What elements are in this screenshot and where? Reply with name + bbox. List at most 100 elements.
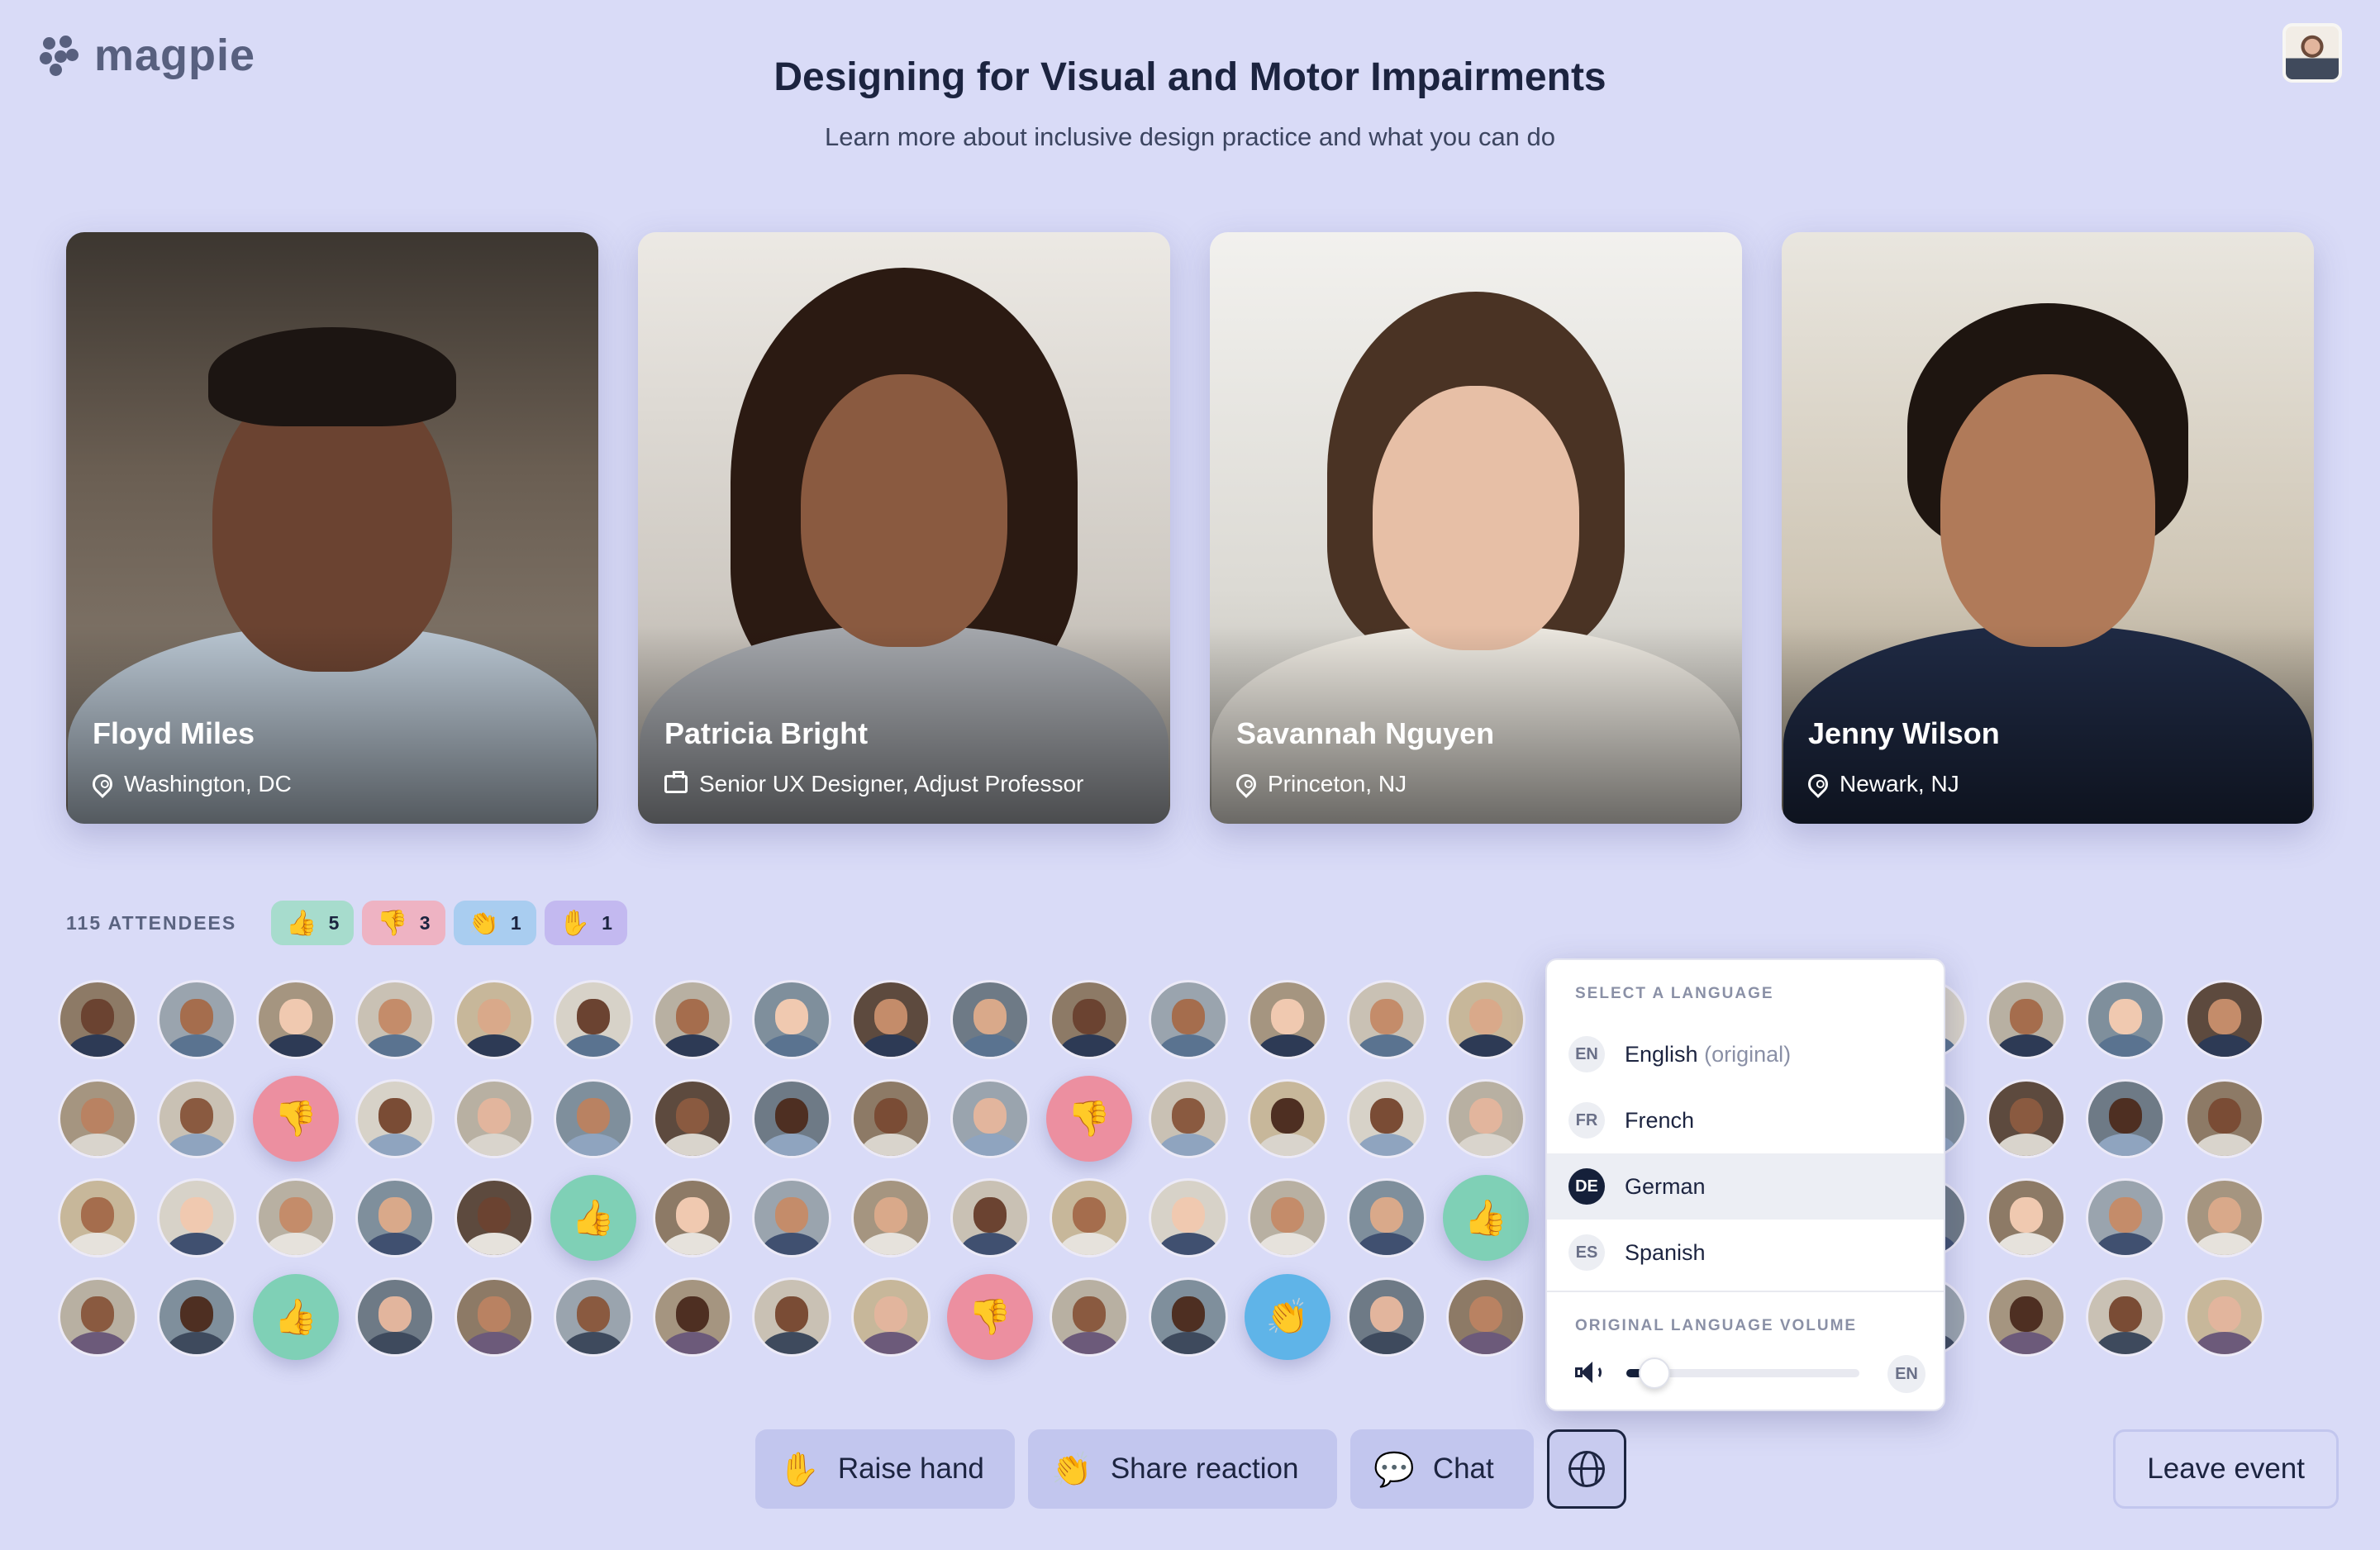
attendee-avatar[interactable]: [2086, 1277, 2165, 1357]
attendee-avatar[interactable]: [157, 980, 236, 1059]
location-pin-icon: [88, 770, 117, 798]
reaction-chip-thumbs-down: 👎 3: [362, 901, 445, 945]
attendee-avatar[interactable]: [851, 1079, 931, 1158]
attendee-avatar[interactable]: [157, 1277, 236, 1357]
attendee-avatar[interactable]: [58, 980, 137, 1059]
attendee-avatar[interactable]: [1347, 980, 1426, 1059]
reaction-thumbs-up: 👍: [253, 1274, 339, 1360]
attendee-avatar[interactable]: [2086, 1178, 2165, 1258]
attendee-avatar[interactable]: [58, 1178, 137, 1258]
attendee-avatar[interactable]: [554, 980, 633, 1059]
attendee-avatar[interactable]: [950, 980, 1030, 1059]
attendee-avatar[interactable]: [256, 980, 336, 1059]
attendee-avatar[interactable]: [851, 1277, 931, 1357]
attendee-avatar[interactable]: [2185, 1277, 2264, 1357]
chat-button[interactable]: 💬 Chat: [1350, 1429, 1534, 1509]
attendee-avatar[interactable]: [58, 1079, 137, 1158]
attendee-avatar[interactable]: [2086, 980, 2165, 1059]
attendee-avatar[interactable]: [157, 1178, 236, 1258]
attendee-avatar[interactable]: [1446, 1277, 1526, 1357]
attendee-avatar[interactable]: [653, 1277, 732, 1357]
attendee-avatar[interactable]: [653, 1079, 732, 1158]
reaction-thumbs-down: 👎: [253, 1076, 339, 1162]
attendee-avatar[interactable]: [1149, 1277, 1228, 1357]
attendee-avatar[interactable]: [2185, 1079, 2264, 1158]
attendee-avatar[interactable]: [1987, 980, 2066, 1059]
attendee-avatar[interactable]: [1347, 1277, 1426, 1357]
attendee-avatar[interactable]: [950, 1178, 1030, 1258]
thumbs-down-icon: 👎: [274, 1098, 318, 1138]
attendee-avatar[interactable]: [752, 1079, 831, 1158]
volume-slider-handle[interactable]: [1638, 1357, 1670, 1389]
language-label: French: [1625, 1107, 1695, 1133]
attendee-avatar[interactable]: [950, 1079, 1030, 1158]
language-option-german[interactable]: DE German: [1547, 1153, 1944, 1220]
attendee-avatar[interactable]: [256, 1178, 336, 1258]
speaker-name: Savannah Nguyen: [1236, 716, 1495, 750]
speaker-location: Princeton, NJ: [1268, 771, 1407, 796]
attendee-avatar[interactable]: [653, 980, 732, 1059]
attendee-avatar[interactable]: [851, 980, 931, 1059]
language-option-english[interactable]: EN English (original): [1547, 1021, 1944, 1087]
attendee-avatar[interactable]: [1050, 1178, 1129, 1258]
speaker-gallery: Floyd Miles Washington, DC Patricia Brig…: [66, 232, 2314, 824]
attendee-avatar[interactable]: [355, 1178, 435, 1258]
speaker-location: Washington, DC: [124, 771, 292, 796]
attendee-avatar[interactable]: [1149, 1178, 1228, 1258]
attendee-avatar[interactable]: [1248, 1079, 1327, 1158]
attendee-avatar[interactable]: [1987, 1277, 2066, 1357]
volume-slider[interactable]: [1626, 1357, 1859, 1389]
volume-language-badge: EN: [1887, 1355, 1925, 1393]
attendee-avatar[interactable]: [157, 1079, 236, 1158]
attendee-avatar[interactable]: [455, 980, 534, 1059]
attendee-avatar[interactable]: [1446, 1079, 1526, 1158]
attendee-avatar[interactable]: [455, 1277, 534, 1357]
thumbs-down-icon: 👎: [968, 1296, 1012, 1336]
attendee-avatar[interactable]: [58, 1277, 137, 1357]
attendee-avatar[interactable]: [355, 980, 435, 1059]
attendee-avatar[interactable]: [1987, 1079, 2066, 1158]
speaker-name: Floyd Miles: [93, 716, 255, 750]
attendee-avatar[interactable]: [851, 1178, 931, 1258]
attendee-avatar[interactable]: [1248, 1178, 1327, 1258]
share-reaction-button[interactable]: 👏 Share reaction: [1028, 1429, 1337, 1509]
attendee-avatar[interactable]: [752, 980, 831, 1059]
attendee-avatar[interactable]: [554, 1277, 633, 1357]
language-option-french[interactable]: FR French: [1547, 1087, 1944, 1153]
attendee-avatar[interactable]: [1248, 980, 1327, 1059]
attendee-avatar[interactable]: [1446, 980, 1526, 1059]
speaker-card[interactable]: Savannah Nguyen Princeton, NJ: [1210, 232, 1742, 824]
attendee-avatar[interactable]: [1987, 1178, 2066, 1258]
attendee-avatar[interactable]: [355, 1079, 435, 1158]
attendee-avatar[interactable]: [2185, 1178, 2264, 1258]
attendee-avatar[interactable]: [2086, 1079, 2165, 1158]
briefcase-icon: [664, 771, 688, 793]
language-label: Spanish: [1625, 1239, 1706, 1265]
attendee-avatar[interactable]: [1347, 1178, 1426, 1258]
attendee-avatar[interactable]: [2185, 980, 2264, 1059]
reaction-count: 1: [510, 911, 521, 934]
attendee-avatar[interactable]: [752, 1277, 831, 1357]
language-option-spanish[interactable]: ES Spanish: [1547, 1220, 1944, 1286]
attendee-avatar[interactable]: [1149, 980, 1228, 1059]
raise-hand-button[interactable]: ✋ Raise hand: [755, 1429, 1015, 1509]
attendee-avatar[interactable]: [1149, 1079, 1228, 1158]
leave-event-button[interactable]: Leave event: [2113, 1429, 2339, 1509]
attendee-avatar[interactable]: [355, 1277, 435, 1357]
chat-bubble-icon: 💬: [1373, 1451, 1415, 1488]
speaker-card[interactable]: Jenny Wilson Newark, NJ: [1782, 232, 2314, 824]
attendee-avatar[interactable]: [554, 1079, 633, 1158]
attendee-avatar[interactable]: [1347, 1079, 1426, 1158]
language-button[interactable]: [1547, 1429, 1626, 1509]
speaker-name: Jenny Wilson: [1808, 716, 2000, 750]
attendee-avatar[interactable]: [455, 1079, 534, 1158]
attendee-avatar[interactable]: [1050, 980, 1129, 1059]
attendee-avatar[interactable]: [752, 1178, 831, 1258]
raised-hand-icon: ✋: [559, 909, 591, 937]
attendee-avatar[interactable]: [455, 1178, 534, 1258]
reaction-count: 5: [328, 911, 340, 934]
attendee-avatar[interactable]: [1050, 1277, 1129, 1357]
attendee-avatar[interactable]: [653, 1178, 732, 1258]
speaker-card[interactable]: Patricia Bright Senior UX Designer, Adju…: [638, 232, 1170, 824]
speaker-card[interactable]: Floyd Miles Washington, DC: [66, 232, 598, 824]
